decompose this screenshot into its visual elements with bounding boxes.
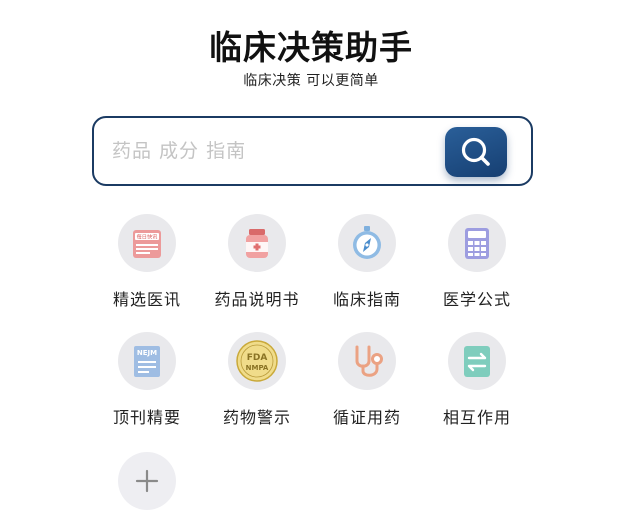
svg-text:FDA: FDA [247, 353, 268, 363]
swap-icon [464, 346, 490, 377]
tile-formulas[interactable]: 医学公式 [422, 214, 532, 310]
stethoscope-icon [355, 345, 383, 377]
tile-evidence-medication[interactable]: 循证用药 [312, 332, 422, 428]
search-bar [92, 116, 533, 186]
add-icon [135, 469, 159, 493]
calculator-icon [465, 228, 489, 259]
tile-label: 临床指南 [332, 290, 401, 309]
tile-journals[interactable]: NEJM 顶刊精要 [92, 332, 202, 428]
medicine-bottle-icon [246, 229, 268, 258]
journal-icon: NEJM [134, 346, 160, 377]
svg-text:NMPA: NMPA [246, 364, 269, 372]
tile-label: 医学公式 [442, 290, 511, 309]
search-input[interactable] [112, 118, 432, 184]
app-header: 临床决策助手 临床决策 可以更简单 [0, 26, 622, 90]
tile-label: 相互作用 [442, 408, 511, 427]
tile-news[interactable]: 每日快讯 精选医讯 [92, 214, 202, 310]
search-icon [461, 137, 490, 166]
app-subtitle: 临床决策 可以更简单 [243, 73, 379, 89]
tile-label: 药物警示 [222, 408, 291, 427]
tile-interactions[interactable]: 相互作用 [422, 332, 532, 428]
compass-icon [353, 226, 381, 259]
tile-drug-warnings[interactable]: FDA NMPA 药物警示 [202, 332, 312, 428]
tile-drug-leaflet[interactable]: 药品说明书 [202, 214, 312, 310]
tile-label: 精选医讯 [112, 290, 181, 309]
fda-seal-icon: FDA NMPA [236, 340, 278, 382]
journal-badge: NEJM [137, 349, 157, 357]
search-button[interactable] [445, 127, 507, 177]
tile-label: 顶刊精要 [112, 408, 181, 427]
newspaper-badge: 每日快讯 [137, 233, 159, 241]
add-shortcut-button[interactable] [92, 452, 202, 510]
app-title: 临床决策助手 [209, 28, 413, 67]
tile-label: 循证用药 [332, 408, 401, 427]
tile-label: 药品说明书 [214, 290, 300, 309]
newspaper-icon: 每日快讯 [133, 230, 161, 258]
tile-guidelines[interactable]: 临床指南 [312, 214, 422, 310]
